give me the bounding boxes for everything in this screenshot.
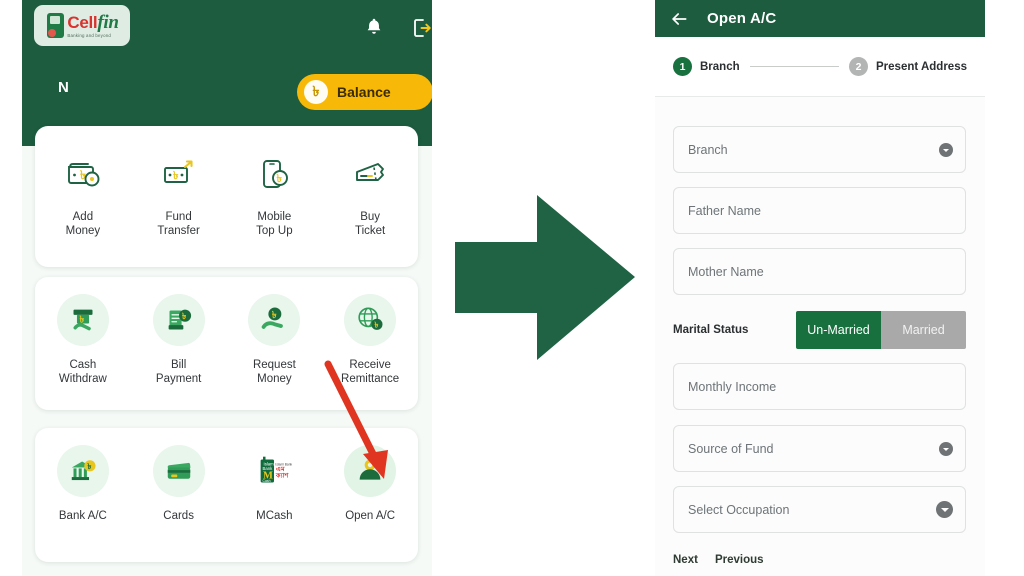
buy-ticket-icon [344,148,396,200]
svg-text:৳: ৳ [173,170,179,182]
page-title: Open A/C [707,10,777,27]
mother-name-field[interactable]: Mother Name [673,248,966,295]
balance-button[interactable]: ৳ Balance [297,74,432,110]
open-account-form-screen: Open A/C 1 Branch 2 Present Address Bran… [655,0,985,576]
wallet-add-money-icon: ৳ [57,148,109,200]
tile-mcash[interactable]: Islami Bank M Cash Islami Bank এম ক্যাশ … [227,428,323,562]
cards-icon [152,445,205,497]
user-greeting-text: N [58,79,69,96]
tile-label: Mobile Top Up [256,211,293,238]
monthly-income-placeholder: Monthly Income [688,379,777,394]
source-of-fund-placeholder: Source of Fund [688,441,774,456]
select-occupation-placeholder: Select Occupation [688,502,790,517]
chevron-down-icon[interactable] [936,501,953,518]
stepper-connector [749,65,840,68]
tile-mobile-topup[interactable]: ৳ Mobile Top Up [227,126,323,267]
branch-field[interactable]: Branch [673,126,966,173]
branch-field-placeholder: Branch [688,142,728,157]
mobile-topup-icon: ৳ [248,148,300,200]
tile-label: Add Money [65,211,101,238]
cellfin-logo: Cellfin Banking and beyond [34,5,130,46]
monthly-income-field[interactable]: Monthly Income [673,363,966,410]
svg-text:৳: ৳ [272,310,277,321]
form-navigation: Next Previous [673,554,764,566]
tile-fund-transfer[interactable]: ৳ Fund Transfer [131,126,227,267]
marital-status-toggle[interactable]: Un-Married Married [796,311,966,349]
form-appbar: Open A/C [655,0,985,37]
step-2-indicator[interactable]: 2 [849,57,869,76]
cellfin-home-screen: Cellfin Banking and beyond N ৳ Balance ৳… [22,0,432,576]
tile-label: Buy Ticket [355,211,386,238]
tile-label: Request Money [252,359,296,386]
red-pointer-arrow [324,360,388,479]
tile-bill-payment[interactable]: ৳ Bill Payment [131,277,227,410]
marital-option-married[interactable]: Married [881,311,966,349]
taka-coin-icon: ৳ [304,80,328,104]
marital-status-row: Marital Status Un-Married Married [673,311,966,349]
tile-label: Bank A/C [58,510,107,522]
back-arrow-icon[interactable] [669,9,689,29]
tile-label: Cards [163,510,194,522]
svg-text:৳: ৳ [374,320,378,329]
tile-label: Fund Transfer [157,211,200,238]
svg-text:ক্যাশ: ক্যাশ [275,472,290,480]
tile-buy-ticket[interactable]: Buy Ticket [322,126,418,267]
chevron-down-icon[interactable] [939,441,953,456]
green-flow-arrow [455,195,635,360]
bank-account-icon: ৳ [56,445,109,497]
cash-withdraw-icon: ৳ [56,294,109,346]
svg-text:৳: ৳ [182,311,187,321]
svg-text:৳: ৳ [277,173,283,185]
logo-card-mark [47,13,65,38]
tile-label: Bill Payment [155,359,202,386]
bill-payment-icon: ৳ [152,294,205,346]
mother-name-placeholder: Mother Name [688,264,764,279]
tile-cash-withdraw[interactable]: ৳ Cash Withdraw [35,277,131,410]
father-name-field[interactable]: Father Name [673,187,966,234]
tile-label: MCash [256,510,293,522]
select-occupation-field[interactable]: Select Occupation [673,486,966,533]
tile-cards[interactable]: Cards [131,428,227,562]
next-button[interactable]: Next [673,554,698,566]
fund-transfer-icon: ৳ [153,148,205,200]
service-row-primary: ৳ Add Money ৳ Fund Transfer ৳ Mobile Top… [35,126,418,267]
marital-status-label: Marital Status [673,324,749,336]
screenshot-root: Cellfin Banking and beyond N ৳ Balance ৳… [0,0,1024,576]
chevron-down-icon[interactable] [939,142,953,157]
tile-add-money[interactable]: ৳ Add Money [35,126,131,267]
logo-tagline: Banking and beyond [67,32,111,38]
previous-button[interactable]: Previous [715,554,764,566]
svg-text:Cash: Cash [263,479,271,483]
logo-text-cell: Cell [67,12,98,32]
step-1-label: Branch [700,60,740,73]
notification-bell-icon[interactable] [363,16,385,38]
father-name-placeholder: Father Name [688,203,761,218]
logo-text-fin: fin [97,11,119,33]
tile-request-money[interactable]: ৳ Request Money [227,277,323,410]
svg-text:৳: ৳ [87,462,91,471]
request-money-icon: ৳ [248,294,301,346]
step-2-label: Present Address [876,60,967,73]
tile-label: Open A/C [345,510,396,522]
source-of-fund-field[interactable]: Source of Fund [673,425,966,472]
mcash-icon: Islami Bank M Cash Islami Bank এম ক্যাশ [248,445,300,497]
balance-button-label: Balance [337,84,391,100]
tile-label: Cash Withdraw [58,359,107,386]
logout-icon[interactable] [410,16,432,40]
marital-option-unmarried[interactable]: Un-Married [796,311,881,349]
receive-remittance-icon: ৳ [344,294,397,346]
step-1-indicator[interactable]: 1 [673,57,692,76]
form-stepper: 1 Branch 2 Present Address [655,37,985,97]
tile-bank-account[interactable]: ৳ Bank A/C [35,428,131,562]
